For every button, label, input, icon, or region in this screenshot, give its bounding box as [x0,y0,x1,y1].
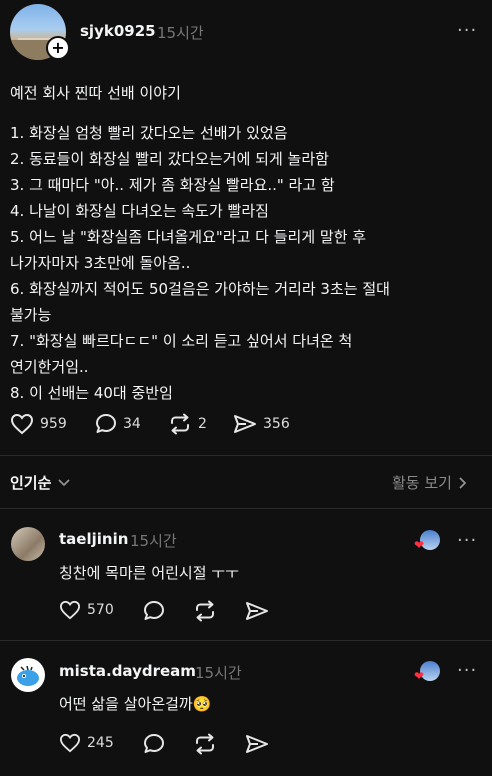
post-username[interactable]: sjyk0925 [80,22,156,40]
comment-icon [96,414,116,433]
comment-reply-button[interactable] [143,600,165,622]
divider [0,508,492,509]
share-count: 356 [263,416,290,432]
comment-like-count: 245 [87,735,114,751]
comment-text: 어떤 삶을 살아온걸까🥺 [59,695,212,713]
comment-time: 15시간 [195,664,242,682]
bird-icon [17,665,39,686]
divider [0,455,492,456]
comment-icon [144,734,164,753]
post-body: 예전 회사 찐따 선배 이야기 1. 화장실 엄청 빨리 갔다오는 선배가 있었… [10,80,480,406]
post-line: 6. 화장실까지 적어도 50걸음은 가야하는 거리라 3초는 절대 [10,280,390,298]
comment-repost-button[interactable] [193,600,217,622]
activity-label: 활동 보기 [392,474,452,492]
comment-like-count: 570 [87,602,114,618]
comment-avatar[interactable] [11,527,45,561]
comment-username[interactable]: mista.daydream [59,662,196,680]
activity-link[interactable]: 활동 보기 [392,472,468,493]
comment-avatar[interactable] [11,658,45,692]
send-icon [246,602,268,620]
heart-icon: ❤ [414,669,425,683]
comment-text: 칭찬에 목마른 어린시절 ㅜㅜ [59,564,239,582]
comment-like-button[interactable]: 245 [59,733,114,753]
sort-dropdown[interactable]: 인기순 [10,472,71,493]
post-line: 연기한거임.. [10,358,89,376]
post-line: 예전 회사 찐따 선배 이야기 [10,84,181,102]
comment-reply-button[interactable] [143,733,165,755]
comment-more-icon[interactable]: ··· [457,530,477,551]
post-line: 8. 이 선배는 40대 중반임 [10,384,173,402]
comment-button[interactable]: 34 [95,413,141,435]
post-line: 나가자마자 3초만에 돌아옴.. [10,254,191,272]
sort-label: 인기순 [10,474,52,492]
heart-icon [10,413,34,435]
post-time: 15시간 [157,24,204,42]
heart-icon [59,600,81,620]
comment-share-button[interactable] [245,733,269,755]
post-line: 불가능 [10,306,52,324]
post-line: 5. 어느 날 "화장실좀 다녀올게요"라고 다 들리게 말한 후 [10,228,367,246]
comment-icon [144,601,164,620]
post-more-icon[interactable]: ··· [457,20,477,41]
follow-plus-icon[interactable]: + [46,36,70,60]
chevron-down-icon [58,478,70,486]
comment-more-icon[interactable]: ··· [457,660,477,681]
heart-icon: ❤ [414,538,425,552]
post-line: 4. 나날이 화장실 다녀오는 속도가 빨라짐 [10,202,269,220]
comment-repost-button[interactable] [193,733,217,755]
comment-count: 34 [123,416,141,432]
repost-count: 2 [198,416,207,432]
comment-username[interactable]: taeljinin [59,530,128,548]
send-icon [246,735,268,753]
share-button[interactable]: 356 [233,413,290,435]
post-line: 7. "화장실 빠르다ㄷㄷ" 이 소리 듣고 싶어서 다녀온 척 [10,332,353,350]
like-button[interactable]: 959 [10,413,67,435]
chevron-right-icon [459,476,467,489]
post-line: 3. 그 때마다 "아.. 제가 좀 화장실 빨라요.." 라고 함 [10,176,335,194]
comment-time: 15시간 [130,532,177,550]
heart-icon [59,733,81,753]
comment-like-button[interactable]: 570 [59,600,114,620]
repost-icon [196,733,214,755]
like-count: 959 [40,416,67,432]
post-line: 1. 화장실 엄청 빨리 갔다오는 선배가 있었음 [10,124,288,142]
repost-button[interactable]: 2 [168,413,207,435]
repost-icon [196,600,214,622]
divider [0,640,492,641]
post-line: 2. 동료들이 화장실 빨리 갔다오는거에 되게 놀라함 [10,150,329,168]
comment-share-button[interactable] [245,600,269,622]
send-icon [234,415,256,433]
repost-icon [171,413,189,435]
